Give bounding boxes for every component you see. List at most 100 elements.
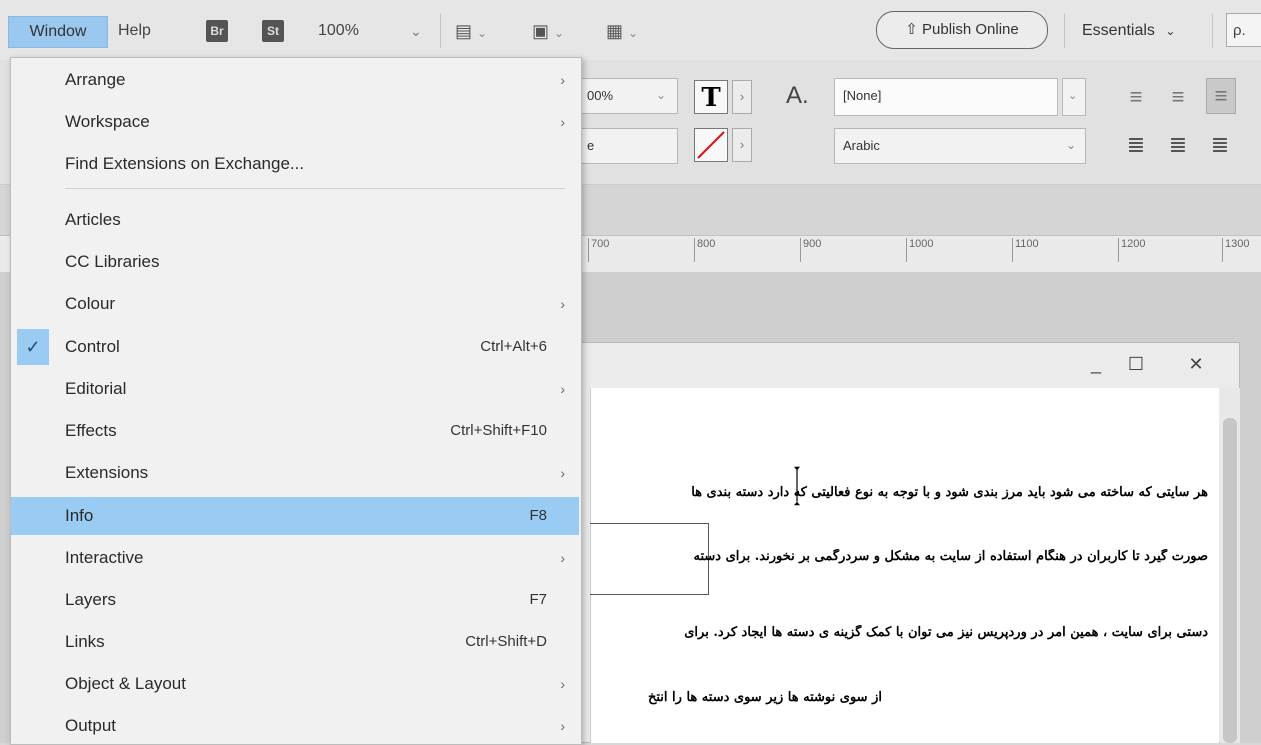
menu-item-label: Arrange — [65, 70, 126, 89]
separator — [1064, 14, 1065, 48]
menu-item-layers[interactable]: Layers F7 — [11, 582, 579, 618]
menu-item-label: Colour — [65, 294, 116, 313]
chevron-down-icon[interactable]: ⌄ — [1062, 78, 1086, 116]
chevron-down-icon: ⌄ — [1165, 24, 1176, 38]
tracking-field[interactable]: e — [578, 128, 678, 164]
language-select[interactable]: Arabic — [834, 128, 1086, 164]
paragraph-line: هر سایتی که ساخته می شود باید مرز بندی ش… — [691, 485, 1208, 500]
align-center-icon[interactable]: ≡ — [1164, 80, 1192, 114]
paragraph-line: دستی برای سایت ، همین امر در وردپریس نیز… — [684, 625, 1208, 640]
menu-item-arrange[interactable]: Arrange › — [11, 62, 579, 98]
text-formatting-icon[interactable]: T — [694, 80, 728, 114]
chevron-right-icon: › — [560, 550, 565, 566]
screen-mode-icon[interactable]: ▣ ⌄ — [532, 16, 564, 46]
separator — [1212, 14, 1213, 48]
menu-item-colour[interactable]: Colour › — [11, 286, 579, 322]
workspace-label: Essentials — [1082, 22, 1155, 39]
menu-item-label: Effects — [65, 421, 117, 440]
menu-item-label: Extensions — [65, 463, 149, 482]
menu-divider — [65, 188, 565, 189]
menu-item-articles[interactable]: Articles — [11, 202, 579, 238]
window-menu: Arrange › Workspace › Find Extensions on E… — [10, 57, 582, 745]
chevron-right-icon: › — [560, 465, 565, 481]
menu-item-output[interactable]: Output › — [11, 708, 579, 744]
menu-item-editorial[interactable]: Editorial › — [11, 371, 579, 407]
menu-item-label: Interactive — [65, 548, 144, 567]
paragraph-line: از سوی نوشته ها زیر سوی دسته ها را انتخ — [647, 690, 882, 705]
menu-item-label: Info — [65, 506, 94, 525]
menu-item-find-extensions[interactable]: Find Extensions on Exchange... — [11, 146, 579, 182]
menu-item-shortcut: Ctrl+Alt+6 — [480, 338, 547, 355]
align-left-icon[interactable]: ≡ — [1122, 80, 1150, 114]
paragraph-style-select[interactable]: [None] — [834, 78, 1058, 116]
scrollbar-thumb[interactable] — [1223, 418, 1237, 743]
menu-item-label: Workspace — [65, 112, 150, 131]
stock-icon[interactable]: St — [262, 20, 284, 42]
ruler-tick: 700 — [588, 238, 609, 262]
chevron-right-icon: › — [560, 381, 565, 397]
justify-right-icon[interactable]: ≣ — [1206, 128, 1234, 162]
menu-item-label: CC Libraries — [65, 252, 160, 271]
menu-window[interactable]: Window — [8, 16, 108, 48]
publish-online-button[interactable]: ⇧ Publish Online — [876, 11, 1048, 49]
chevron-right-icon: › — [560, 296, 565, 312]
menu-item-workspace[interactable]: Workspace › — [11, 104, 579, 140]
menu-item-object-layout[interactable]: Object & Layout › — [11, 666, 579, 702]
minimize-icon[interactable]: _ — [1081, 349, 1111, 379]
menu-item-label: Control — [65, 337, 120, 356]
paragraph-line: صورت گیرد تا کاربران در هنگام استفاده از… — [693, 549, 1208, 564]
ruler-tick: 800 — [694, 238, 715, 262]
menu-item-extensions[interactable]: Extensions › — [11, 455, 579, 491]
chevron-right-icon: › — [560, 676, 565, 692]
menu-item-shortcut: Ctrl+Shift+F10 — [450, 422, 547, 439]
checkmark-icon: ✓ — [17, 329, 49, 365]
close-icon[interactable]: ✕ — [1181, 349, 1211, 379]
zoom-level[interactable]: 100% — [318, 16, 359, 46]
view-options-icon[interactable]: ▤ ⌄ — [455, 16, 487, 46]
chevron-right-icon: › — [560, 114, 565, 130]
ruler-tick: 1200 — [1118, 238, 1145, 262]
menu-item-effects[interactable]: Effects Ctrl+Shift+F10 — [11, 413, 579, 449]
menu-item-label: Output — [65, 716, 117, 735]
chevron-down-icon[interactable]: ⌄ — [1066, 138, 1076, 152]
ruler-tick: 900 — [800, 238, 821, 262]
ruler-tick: 1300 — [1222, 238, 1249, 262]
align-right-icon[interactable]: ≡ — [1206, 78, 1236, 114]
menu-item-control[interactable]: ✓ Control Ctrl+Alt+6 — [11, 329, 579, 365]
stroke-none-icon[interactable] — [694, 128, 728, 162]
workspace-switcher[interactable]: Essentials ⌄ — [1082, 16, 1175, 46]
menu-item-label: Articles — [65, 210, 121, 229]
menu-item-links[interactable]: Links Ctrl+Shift+D — [11, 624, 579, 660]
publish-label: Publish Online — [922, 21, 1019, 38]
chevron-right-icon: › — [560, 718, 565, 734]
separator — [440, 14, 441, 48]
menu-item-shortcut: Ctrl+Shift+D — [465, 633, 547, 650]
chevron-right-icon[interactable]: › — [732, 80, 752, 114]
menu-help[interactable]: Help — [118, 16, 151, 46]
text-cursor-icon — [794, 466, 800, 506]
bridge-icon[interactable]: Br — [206, 20, 228, 42]
menu-item-interactive[interactable]: Interactive › — [11, 540, 579, 576]
justify-left-icon[interactable]: ≣ — [1122, 128, 1150, 162]
chevron-down-icon[interactable]: ⌄ — [656, 88, 666, 102]
upload-icon: ⇧ — [905, 21, 918, 38]
chevron-right-icon: › — [560, 72, 565, 88]
menu-item-label: Editorial — [65, 379, 127, 398]
arrange-documents-icon[interactable]: ▦ ⌄ — [606, 16, 638, 46]
character-style-icon: A. — [786, 82, 809, 109]
menu-item-label: Links — [65, 632, 105, 651]
ruler-tick: 1000 — [906, 238, 933, 262]
search-input[interactable]: ρ. — [1226, 13, 1261, 47]
ruler-tick: 1100 — [1012, 238, 1039, 262]
chevron-right-icon[interactable]: › — [732, 128, 752, 162]
menu-item-info[interactable]: Info F8 — [11, 497, 579, 535]
menu-item-shortcut: F8 — [529, 507, 547, 524]
maximize-icon[interactable]: ☐ — [1121, 349, 1151, 379]
menu-bar: Window Help Br St 100% ⌄ ▤ ⌄ ▣ ⌄ ▦ ⌄ ⇧ P… — [0, 0, 1261, 61]
menu-item-label: Layers — [65, 590, 117, 609]
justify-center-icon[interactable]: ≣ — [1164, 128, 1192, 162]
menu-item-label: Object & Layout — [65, 674, 186, 693]
zoom-dropdown-icon[interactable]: ⌄ — [410, 16, 422, 46]
menu-item-label: Find Extensions on Exchange... — [65, 154, 305, 173]
menu-item-cc-libraries[interactable]: CC Libraries — [11, 244, 579, 280]
